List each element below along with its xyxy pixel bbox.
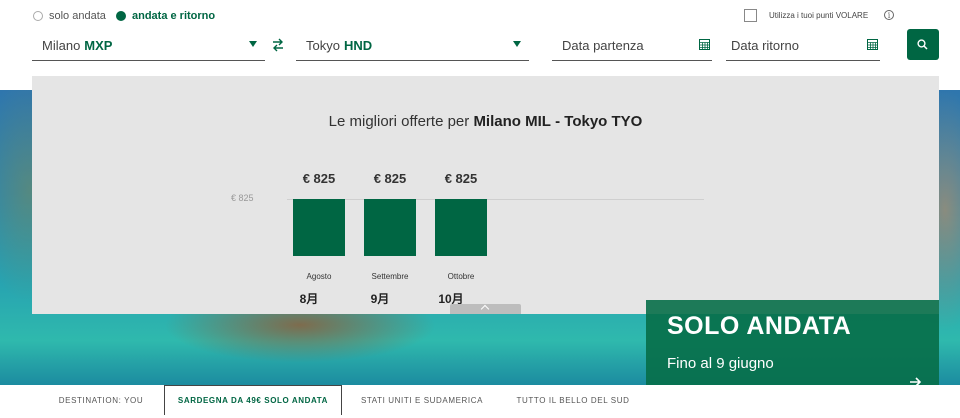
bar-price-label: € 825 [373,171,407,186]
origin-city: Milano [42,38,81,53]
tab-sardegna[interactable]: SARDEGNA DA 49€ SOLO ANDATA [164,385,342,415]
chevron-down-icon [249,41,257,47]
loyalty-label: Utilizza i tuoi punti VOLARE [769,11,869,20]
swap-arrows-icon[interactable] [272,38,284,52]
loyalty-checkbox-row[interactable]: Utilizza i tuoi punti VOLARE [744,9,868,22]
calendar-icon[interactable] [699,39,710,50]
departure-date-placeholder: Data partenza [562,38,644,53]
tab-destination-you[interactable]: DESTINATION: YOU [44,385,158,415]
radio-dot [116,11,126,21]
radio-round-trip[interactable]: andata e ritorno [116,8,215,24]
tab-tutto-il-bello-del-sud[interactable]: TUTTO IL BELLO DEL SUD [502,385,644,415]
origin-select[interactable]: Milano MXP [32,30,265,61]
radio-dot [33,11,43,21]
loyalty-checkbox[interactable] [744,9,757,22]
chevron-down-icon [513,41,521,47]
promo-title: SOLO ANDATA [667,312,852,340]
bar-month-label-jp: 8月 [299,292,319,306]
search-icon [917,39,928,50]
bar-month-label-jp: 9月 [370,292,390,306]
bar-price-label: € 825 [302,171,336,186]
promo-tabs: DESTINATION: YOU SARDEGNA DA 49€ SOLO AN… [0,385,960,418]
offer-bar[interactable] [364,199,416,256]
bar-month-label: Agosto [306,272,332,281]
origin-code: MXP [84,38,113,53]
panel-collapse-handle[interactable] [450,304,521,314]
info-icon[interactable]: i [884,10,894,20]
bar-month-label: Settembre [371,272,409,281]
promo-subtitle: Fino al 9 giugno [667,355,774,372]
bar-price-label: € 825 [444,171,478,186]
return-date-placeholder: Data ritorno [731,38,799,53]
search-button[interactable] [907,29,939,60]
radio-one-way-label: solo andata [49,10,106,22]
offers-panel: Le migliori offerte per Milano MIL - Tok… [32,76,939,314]
destination-code: HND [343,38,373,53]
calendar-icon[interactable] [867,39,878,50]
radio-one-way[interactable]: solo andata [33,8,106,24]
chevron-up-icon [480,304,490,314]
bar-month-label: Ottobre [447,272,475,281]
radio-round-trip-label: andata e ritorno [132,10,216,22]
offer-bar[interactable] [435,199,487,256]
offer-bar[interactable] [293,199,345,256]
return-date-field[interactable]: Data ritorno [726,30,880,61]
destination-city: Tokyo [306,38,340,53]
departure-date-field[interactable]: Data partenza [552,30,712,61]
y-tick-label: € 825 [231,193,254,203]
destination-select[interactable]: Tokyo HND [296,30,529,61]
offers-chart: € 825 € 825 Agosto 8月 € 825 Settembre 9月 € 825 O… [32,76,939,314]
gridline [287,199,704,200]
tab-stati-uniti[interactable]: STATI UNITI E SUDAMERICA [352,385,492,415]
